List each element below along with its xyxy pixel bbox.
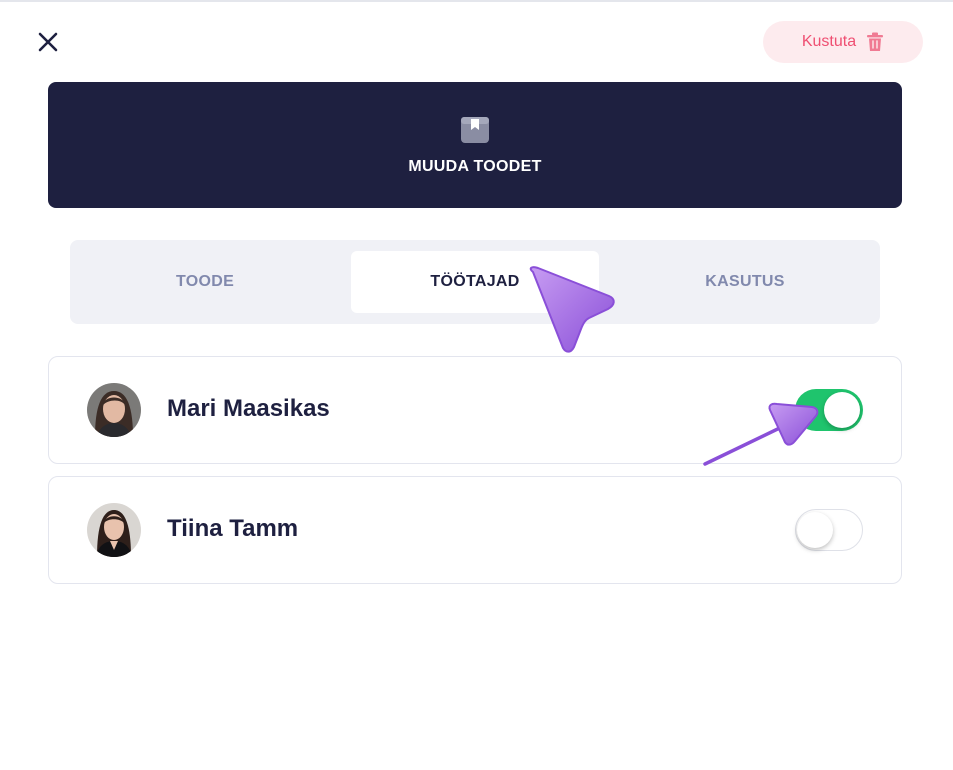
toggle-knob [797,512,833,548]
delete-button-label: Kustuta [801,33,857,50]
employee-toggle[interactable] [795,509,863,551]
toggle-knob [824,392,860,428]
tab-product[interactable]: TOODE [81,251,329,313]
close-button[interactable] [34,28,62,56]
employee-name: Mari Maasikas [167,395,330,422]
avatar [87,503,141,557]
employee-row: Mari Maasikas [48,356,902,464]
tab-bar: TOODE TÖÖTAJAD KASUTUS [70,240,880,324]
page-title: MUUDA TOODET [408,158,542,175]
top-divider [0,0,953,2]
employee-row: Tiina Tamm [48,476,902,584]
employee-toggle[interactable] [795,389,863,431]
edit-product-banner: MUUDA TOODET [48,82,902,208]
avatar [87,383,141,437]
employee-name: Tiina Tamm [167,515,299,542]
trash-icon [867,32,884,51]
tab-usage[interactable]: KASUTUS [621,251,869,313]
tab-employees[interactable]: TÖÖTAJAD [351,251,599,313]
close-icon [38,32,58,52]
box-icon [461,117,489,143]
delete-button[interactable]: Kustuta [763,21,923,63]
